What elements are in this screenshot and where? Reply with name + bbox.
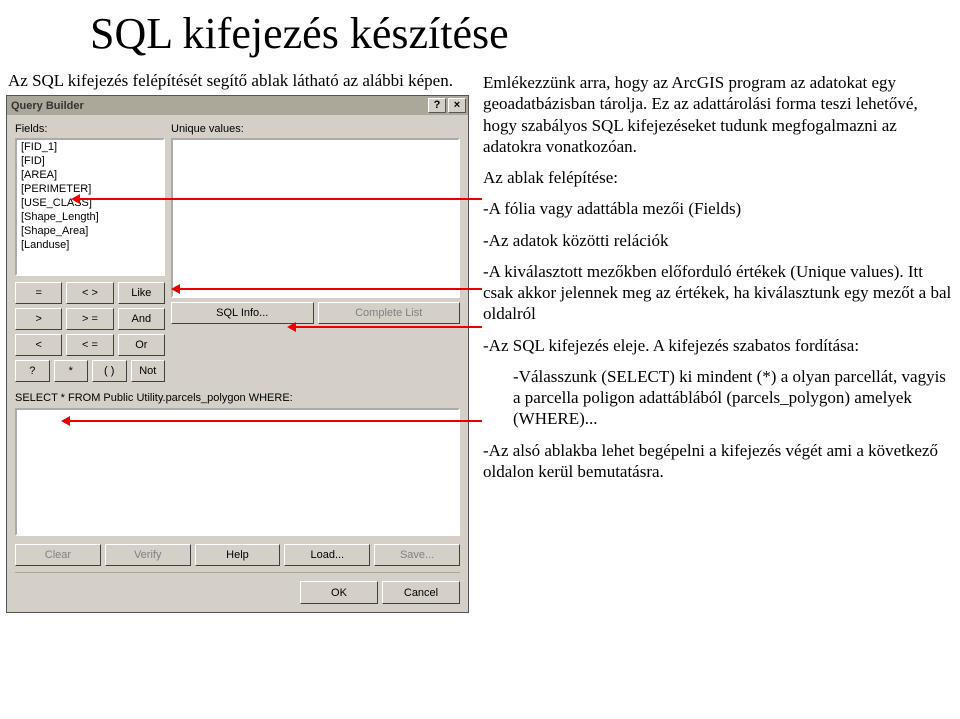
list-item[interactable]: [Shape_Length] <box>17 210 163 224</box>
desc-p6: -Az SQL kifejezés eleje. A kifejezés sza… <box>483 335 953 356</box>
page-title: SQL kifejezés készítése <box>0 0 960 63</box>
desc-p5: -A kiválasztott mezőkben előforduló érté… <box>483 261 953 325</box>
ok-button[interactable]: OK <box>300 581 378 604</box>
annotation-arrow <box>180 288 482 290</box>
titlebar-label: Query Builder <box>11 100 426 112</box>
titlebar[interactable]: Query Builder ? × <box>7 96 468 115</box>
op-gt-button[interactable]: > <box>15 308 62 330</box>
op-lte-button[interactable]: < = <box>66 334 113 356</box>
op-q-button[interactable]: ? <box>15 360 50 382</box>
annotation-arrow <box>70 420 482 422</box>
cancel-button[interactable]: Cancel <box>382 581 460 604</box>
list-item[interactable]: [Landuse] <box>17 238 163 252</box>
complete-list-button: Complete List <box>318 302 461 324</box>
op-lt-button[interactable]: < <box>15 334 62 356</box>
desc-p3: -A fólia vagy adattábla mezői (Fields) <box>483 198 953 219</box>
op-and-button[interactable]: And <box>118 308 165 330</box>
op-neq-button[interactable]: < > <box>66 282 113 304</box>
op-not-button[interactable]: Not <box>131 360 166 382</box>
save-button: Save... <box>374 544 460 566</box>
op-star-button[interactable]: * <box>54 360 89 382</box>
expression-textarea[interactable] <box>15 408 460 536</box>
unique-values-listbox[interactable] <box>171 138 460 298</box>
unique-values-label: Unique values: <box>171 123 460 135</box>
list-item[interactable]: [AREA] <box>17 168 163 182</box>
desc-p8: -Az alsó ablakba lehet begépelni a kifej… <box>483 440 953 483</box>
desc-p2: Az ablak felépítése: <box>483 167 953 188</box>
fields-label: Fields: <box>15 123 165 135</box>
help-icon[interactable]: ? <box>428 98 446 113</box>
verify-button: Verify <box>105 544 191 566</box>
select-clause-label: SELECT * FROM Public Utility.parcels_pol… <box>15 392 460 404</box>
load-button[interactable]: Load... <box>284 544 370 566</box>
list-item[interactable]: [PERIMETER] <box>17 182 163 196</box>
help-button[interactable]: Help <box>195 544 281 566</box>
desc-p4: -Az adatok közötti relációk <box>483 230 953 251</box>
op-like-button[interactable]: Like <box>118 282 165 304</box>
annotation-arrow <box>296 326 482 328</box>
op-or-button[interactable]: Or <box>118 334 165 356</box>
sql-info-button[interactable]: SQL Info... <box>171 302 314 324</box>
fields-listbox[interactable]: [FID_1] [FID] [AREA] [PERIMETER] [USE_CL… <box>15 138 165 276</box>
list-item[interactable]: [FID_1] <box>17 140 163 154</box>
query-builder-window: Query Builder ? × Fields: [FID_1] [FID] … <box>6 95 469 613</box>
desc-p1: Emlékezzünk arra, hogy az ArcGIS program… <box>483 72 953 157</box>
close-icon[interactable]: × <box>448 98 466 113</box>
op-eq-button[interactable]: = <box>15 282 62 304</box>
description-column: Emlékezzünk arra, hogy az ArcGIS program… <box>483 72 953 492</box>
annotation-arrow <box>80 198 482 200</box>
list-item[interactable]: [FID] <box>17 154 163 168</box>
list-item[interactable]: [Shape_Area] <box>17 224 163 238</box>
desc-p7: -Válasszunk (SELECT) ki mindent (*) a ol… <box>483 366 953 430</box>
clear-button: Clear <box>15 544 101 566</box>
op-gte-button[interactable]: > = <box>66 308 113 330</box>
op-paren-button[interactable]: ( ) <box>92 360 127 382</box>
